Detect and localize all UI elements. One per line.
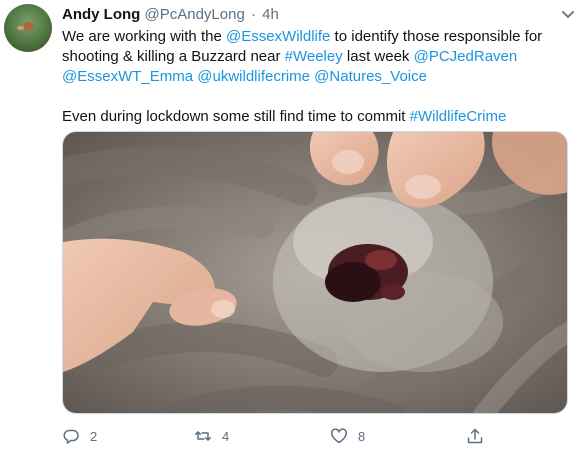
- share-icon: [467, 428, 483, 444]
- buzzard-photo-image: [63, 132, 567, 413]
- share-button[interactable]: [466, 424, 484, 448]
- tweet-link[interactable]: #Weeley: [285, 48, 343, 65]
- tweet-header: Andy Long @PcAndyLong · 4h: [62, 5, 279, 25]
- tweet: Andy Long @PcAndyLong · 4h We are workin…: [0, 0, 588, 456]
- tweet-link[interactable]: @PCJedRaven: [414, 48, 518, 65]
- tweet-link[interactable]: @Natures_Voice: [314, 68, 427, 85]
- more-options-button[interactable]: [560, 6, 576, 22]
- tweet-text-segment: Even during lockdown some still find tim…: [62, 108, 410, 125]
- tweet-text-segment: We are working with the: [62, 28, 226, 45]
- tweet-timestamp[interactable]: 4h: [262, 6, 279, 23]
- chevron-down-icon: [562, 11, 574, 18]
- reply-button[interactable]: 2: [62, 424, 97, 448]
- retweet-button[interactable]: 4: [194, 424, 229, 448]
- author-handle[interactable]: @PcAndyLong: [145, 6, 245, 23]
- retweet-icon: [195, 431, 211, 441]
- author-name[interactable]: Andy Long: [62, 6, 140, 23]
- tweet-paragraph-1: We are working with the @EssexWildlife t…: [62, 27, 567, 87]
- tweet-link[interactable]: @EssexWildlife: [226, 28, 330, 45]
- tweet-text: We are working with the @EssexWildlife t…: [62, 27, 567, 127]
- retweet-count: 4: [222, 428, 230, 444]
- like-button[interactable]: 8: [330, 424, 365, 448]
- avatar-bird-shape: [24, 22, 34, 30]
- avatar[interactable]: [4, 4, 52, 52]
- avatar-bird-tail: [17, 26, 24, 30]
- tweet-link[interactable]: #WildlifeCrime: [410, 108, 507, 125]
- tweet-link[interactable]: @EssexWT_Emma: [62, 68, 193, 85]
- like-count: 8: [358, 428, 366, 444]
- heart-icon: [331, 428, 347, 444]
- tweet-photo[interactable]: [62, 131, 568, 414]
- tweet-link[interactable]: @ukwildlifecrime: [197, 68, 310, 85]
- tweet-paragraph-2: Even during lockdown some still find tim…: [62, 107, 567, 127]
- header-separator: ·: [250, 6, 256, 23]
- tweet-text-segment: last week: [342, 48, 414, 65]
- reply-count: 2: [90, 428, 98, 444]
- reply-icon: [63, 429, 79, 444]
- tweet-actions: 2 4 8: [62, 424, 502, 448]
